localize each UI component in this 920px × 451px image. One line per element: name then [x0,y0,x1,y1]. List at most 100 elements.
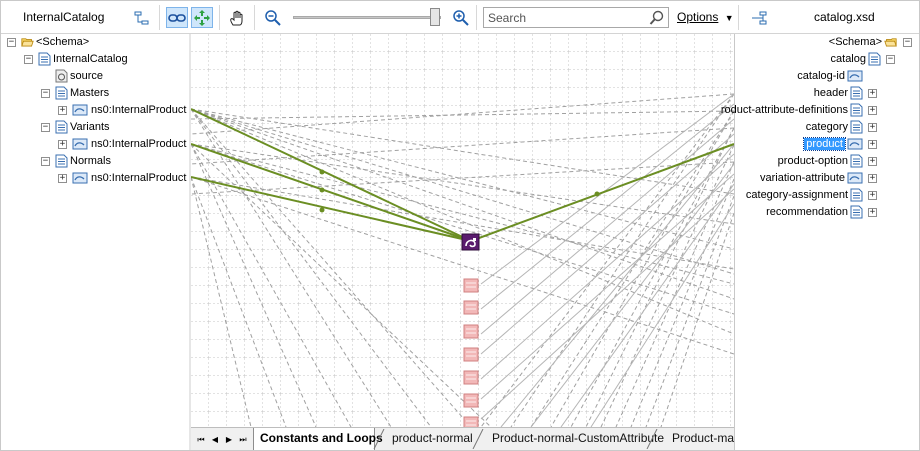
tab-label: Product-mast [672,431,734,445]
options-label: Options [677,10,719,24]
last-page-icon[interactable]: ⏭ [238,434,248,445]
map-right-icon[interactable] [748,7,770,28]
expand-icon[interactable]: + [868,174,877,183]
collapse-icon[interactable]: − [41,89,50,98]
toolbar: InternalCatalog Search Options ▼ catalog… [1,1,919,34]
mapping-grid-canvas[interactable] [191,34,734,427]
autosize-icon[interactable] [131,7,153,28]
tab-product-normal[interactable]: product-normal [386,428,473,450]
toolbar-separator [159,5,160,30]
next-page-icon[interactable]: ▶ [224,434,234,445]
looping-functoid[interactable] [461,233,480,251]
record-icon [850,103,863,117]
tree-node-schema-root[interactable]: <Schema> [21,34,91,50]
zoom-slider-track[interactable] [293,16,441,19]
schema-reference-icon [72,104,88,116]
schema-reference-icon [72,138,88,150]
tree-node-label: <Schema> [828,36,882,48]
search-icon[interactable] [649,10,665,29]
tree-node-internalproduct-normals[interactable]: ns0:InternalProduct [72,170,188,186]
collapse-icon[interactable]: − [41,123,50,132]
open-folder-icon [21,38,34,47]
collapse-icon[interactable]: − [41,157,50,166]
tree-node-source[interactable]: source [55,68,105,84]
record-icon [850,154,863,168]
tree-node-category[interactable]: category [804,119,863,135]
tree-node-label: Masters [70,87,110,99]
search-input[interactable] [488,10,648,25]
expand-icon[interactable]: + [868,157,877,166]
tree-node-schema-root[interactable]: <Schema> [827,34,897,50]
record-icon [55,86,68,100]
tree-node-label: Normals [70,155,111,167]
record-icon [55,154,68,168]
zoom-in-icon[interactable] [450,7,472,28]
tree-node-masters[interactable]: Masters [55,85,111,101]
expand-icon[interactable]: + [868,123,877,132]
record-icon [868,52,881,66]
tree-node-label: variation-attribute [760,172,845,184]
record-icon [850,86,863,100]
tree-node-variation-attribute[interactable]: variation-attribute [758,170,863,186]
schema-reference-icon [72,172,88,184]
collapse-icon[interactable]: − [7,38,16,47]
attribute-icon [55,69,68,83]
options-dropdown-button[interactable]: Options ▼ [677,10,734,24]
record-icon [55,120,68,134]
prev-page-icon[interactable]: ◀ [210,434,220,445]
expand-icon[interactable]: + [868,208,877,217]
collapse-icon[interactable]: − [24,55,33,64]
search-box[interactable] [483,7,669,28]
tree-node-product-option[interactable]: product-option [776,153,863,169]
tab-label: Constants and Loops [260,431,383,445]
mapper-window: InternalCatalog Search Options ▼ catalog… [0,0,920,451]
destination-schema-tree: <Schema> − catalog − catalog-id header +… [721,34,919,450]
expand-icon[interactable]: + [868,140,877,149]
collapse-icon[interactable]: − [903,38,912,47]
tree-node-header[interactable]: header [812,85,863,101]
schema-reference-icon [847,172,863,184]
record-icon [850,188,863,202]
expand-icon[interactable]: + [868,89,877,98]
dropdown-icon: ▼ [724,13,734,23]
fit-icon[interactable] [191,7,213,28]
tree-node-catalog-id[interactable]: catalog-id [795,68,863,84]
tree-node-category-assignment[interactable]: category-assignment [744,187,863,203]
expand-icon[interactable]: + [868,106,877,115]
first-page-icon[interactable]: ⏮ [196,434,206,445]
tree-node-internalproduct-masters[interactable]: ns0:InternalProduct [72,102,188,118]
tree-node-label: InternalCatalog [53,53,128,65]
collapse-icon[interactable]: − [886,55,895,64]
expand-icon[interactable]: + [58,106,67,115]
record-icon [850,120,863,134]
link-mode-icon[interactable] [166,7,188,28]
expand-icon[interactable]: + [868,191,877,200]
tab-product-master[interactable]: Product-mast [666,428,734,450]
hand-pan-icon[interactable] [226,7,248,28]
tree-node-internalproduct-variants[interactable]: ns0:InternalProduct [72,136,188,152]
toolbar-separator [254,5,255,30]
tree-node-variants[interactable]: Variants [55,119,112,135]
tree-node-internalcatalog[interactable]: InternalCatalog [38,51,130,67]
tree-node-recommendation[interactable]: recommendation [764,204,863,220]
tree-node-catalog[interactable]: catalog [829,51,881,67]
tab-constants-and-loops[interactable]: Constants and Loops [253,428,383,450]
tree-node-label: Variants [70,121,110,133]
tree-node-label: catalog [830,53,866,65]
tree-node-label: source [70,70,104,82]
expand-icon[interactable]: + [58,174,67,183]
tab-product-normal-customattribute[interactable]: Product-normal-CustomAttribute [486,428,664,450]
tab-label: Product-normal-CustomAttribute [492,431,665,445]
zoom-slider-thumb[interactable] [430,8,440,26]
tree-node-normals[interactable]: Normals [55,153,113,169]
tree-node-product-attribute-definitions[interactable]: roduct-attribute-definitions [719,102,863,118]
zoom-out-icon[interactable] [262,7,284,28]
tree-node-product[interactable]: product [803,136,863,152]
tree-node-label: ns0:InternalProduct [91,172,187,184]
tab-label: product-normal [392,431,473,445]
tree-node-label-selected: product [803,137,846,151]
constant-functoid-stack[interactable] [463,278,479,427]
toolbar-separator [738,5,739,30]
expand-icon[interactable]: + [58,140,67,149]
tree-node-label: <Schema> [36,36,90,48]
